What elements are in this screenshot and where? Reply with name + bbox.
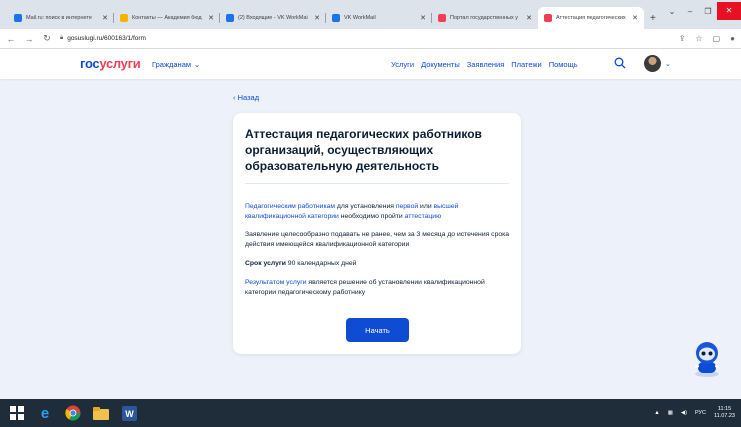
window-controls: ⌄ – ❐ ✕ <box>663 0 741 22</box>
tab-close-icon[interactable]: ✕ <box>102 14 108 22</box>
windows-start-icon[interactable] <box>6 402 28 424</box>
site-header: госуслуги Гражданам ⌄ Услуги Документы З… <box>0 49 741 79</box>
side-panel-icon[interactable]: ▢ <box>713 34 721 43</box>
browser-tab-active[interactable]: Аттестация педагогических ✕ <box>538 7 644 29</box>
reload-icon[interactable]: ↻ <box>42 33 52 44</box>
service-result-link[interactable]: Результатом услуги <box>245 279 307 286</box>
new-tab-icon[interactable]: + <box>650 7 656 29</box>
citizens-dropdown[interactable]: Гражданам ⌄ <box>152 60 200 69</box>
internet-explorer-icon[interactable]: e <box>34 402 56 424</box>
lock-icon: 🔒︎ <box>60 35 64 41</box>
minimize-icon[interactable]: – <box>681 7 699 16</box>
submission-note: Заявление целесообразно подавать не ране… <box>245 231 510 248</box>
bookmark-star-icon[interactable]: ☆ <box>695 34 702 43</box>
word-icon[interactable]: W <box>118 402 140 424</box>
teachers-link[interactable]: Педагогическим работникам <box>245 203 335 210</box>
close-window-icon[interactable]: ✕ <box>717 2 741 20</box>
tab-close-icon[interactable]: ✕ <box>632 14 638 22</box>
tab-favicon-icon <box>226 14 234 22</box>
maximize-icon[interactable]: ❐ <box>699 7 717 16</box>
nav-services[interactable]: Услуги <box>391 60 414 69</box>
chevron-down-icon: ⌄ <box>194 60 201 69</box>
service-term: Срок услуги 90 календарных дней <box>245 260 357 267</box>
first-category-link[interactable]: первой <box>396 203 418 210</box>
tab-close-icon[interactable]: ✕ <box>314 14 320 22</box>
gosuslugi-logo[interactable]: госуслуги <box>80 56 141 71</box>
service-card: Аттестация педагогических работников орг… <box>233 113 521 354</box>
divider <box>245 183 509 184</box>
service-result: Результатом услуги является решение об у… <box>245 279 485 296</box>
browser-tab-strip: Mail.ru: поиск в интернете ✕ Контакты — … <box>0 0 741 29</box>
browser-tab[interactable]: VK WorkMail ✕ <box>326 7 432 29</box>
browser-address-bar: ← → ↻ 🔒︎ gosuslugi.ru/600163/1/form ⇪ ☆ … <box>0 29 741 49</box>
url-field[interactable]: 🔒︎ gosuslugi.ru/600163/1/form <box>60 35 146 42</box>
nav-documents[interactable]: Документы <box>421 60 460 69</box>
svg-text:W: W <box>125 409 134 419</box>
windows-taskbar: e W ▲ ▦ ◀) РУС 11:15 11.07.23 <box>0 399 741 427</box>
tray-arrow-icon[interactable]: ▲ <box>654 410 659 416</box>
top-nav: Услуги Документы Заявления Платежи Помощ… <box>391 60 578 69</box>
browser-tab[interactable]: (2) Входящие - VK WorkMail ✕ <box>220 7 326 29</box>
browser-tab[interactable]: Контакты — Академия бюд ✕ <box>114 7 220 29</box>
language-indicator[interactable]: РУС <box>695 410 706 416</box>
chevron-down-icon[interactable]: ⌄ <box>665 60 671 68</box>
share-icon[interactable]: ⇪ <box>679 34 686 43</box>
search-icon[interactable] <box>614 57 626 69</box>
tab-favicon-icon <box>544 14 552 22</box>
tab-favicon-icon <box>438 14 446 22</box>
chrome-icon[interactable] <box>62 402 84 424</box>
forward-arrow-icon[interactable]: → <box>24 34 34 44</box>
avatar[interactable] <box>644 55 661 72</box>
service-description: Педагогическим работникам для установлен… <box>245 203 459 220</box>
clock[interactable]: 11:15 11.07.23 <box>714 406 735 420</box>
start-button[interactable]: Начать <box>346 318 409 342</box>
network-icon[interactable]: ▦ <box>668 410 673 416</box>
profile-icon[interactable]: ● <box>730 34 735 43</box>
tab-close-icon[interactable]: ✕ <box>208 14 214 22</box>
back-arrow-icon[interactable]: ← <box>6 34 16 44</box>
browser-tab[interactable]: Портал государственных у ✕ <box>432 7 538 29</box>
file-explorer-icon[interactable] <box>90 402 112 424</box>
nav-applications[interactable]: Заявления <box>467 60 505 69</box>
nav-help[interactable]: Помощь <box>549 60 578 69</box>
tab-close-icon[interactable]: ✕ <box>526 14 532 22</box>
tab-favicon-icon <box>14 14 22 22</box>
tab-favicon-icon <box>120 14 128 22</box>
attestation-link[interactable]: аттестацию <box>405 213 442 220</box>
tab-close-icon[interactable]: ✕ <box>420 14 426 22</box>
back-link[interactable]: ‹ Назад <box>233 93 259 102</box>
tab-search-icon[interactable]: ⌄ <box>663 7 681 16</box>
volume-icon[interactable]: ◀) <box>681 410 687 416</box>
tab-favicon-icon <box>332 14 340 22</box>
browser-tab[interactable]: Mail.ru: поиск в интернете ✕ <box>8 7 114 29</box>
nav-payments[interactable]: Платежи <box>511 60 541 69</box>
page-title: Аттестация педагогических работников орг… <box>245 127 482 173</box>
assistant-robot-icon[interactable] <box>691 340 723 378</box>
system-tray: ▲ ▦ ◀) РУС 11:15 11.07.23 <box>654 406 735 420</box>
